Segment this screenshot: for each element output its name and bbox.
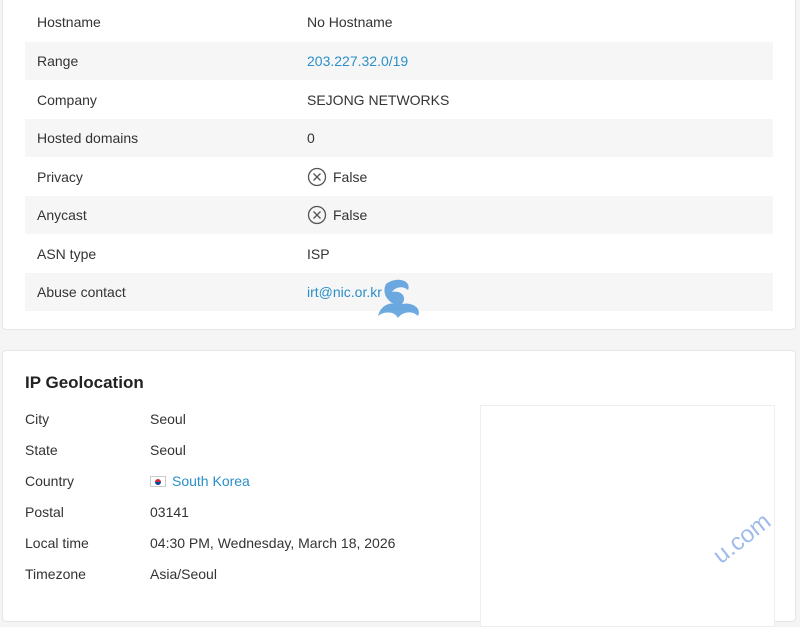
detail-row-asn-type: ASN type ISP bbox=[25, 235, 773, 273]
geo-label: Postal bbox=[25, 504, 64, 520]
geo-label: State bbox=[25, 442, 58, 458]
geo-label: Local time bbox=[25, 535, 89, 551]
detail-label: Privacy bbox=[37, 169, 83, 185]
detail-value: SEJONG NETWORKS bbox=[307, 92, 450, 108]
geo-value: South Korea bbox=[150, 473, 250, 489]
detail-row-company: Company SEJONG NETWORKS bbox=[25, 81, 773, 119]
detail-label: Hostname bbox=[37, 14, 101, 30]
south-korea-flag-icon bbox=[150, 475, 166, 487]
detail-value: False bbox=[307, 205, 367, 225]
detail-label: Range bbox=[37, 53, 79, 69]
map-panel[interactable] bbox=[480, 405, 775, 627]
geo-value: 03141 bbox=[150, 504, 189, 520]
detail-row-anycast: Anycast False bbox=[25, 196, 773, 234]
detail-row-hostname: Hostname No Hostname bbox=[25, 3, 773, 41]
detail-value: 0 bbox=[307, 130, 315, 146]
geo-value: Asia/Seoul bbox=[150, 566, 217, 582]
geolocation-title: IP Geolocation bbox=[25, 373, 144, 392]
abuse-contact-link[interactable]: irt@nic.or.kr bbox=[307, 284, 382, 300]
ip-geolocation-card: IP Geolocation City Seoul State Seoul Co… bbox=[2, 350, 796, 627]
detail-label: Company bbox=[37, 92, 97, 108]
watermark-logo-icon bbox=[378, 279, 419, 318]
detail-value: No Hostname bbox=[307, 14, 393, 30]
detail-label: Hosted domains bbox=[37, 130, 139, 146]
geo-row-country: Country South Korea bbox=[25, 469, 465, 493]
geo-value: Seoul bbox=[150, 411, 186, 427]
geo-value: Seoul bbox=[150, 442, 186, 458]
geo-row-postal: Postal 03141 bbox=[25, 500, 465, 524]
detail-value: ISP bbox=[307, 246, 330, 262]
geo-row-timezone: Timezone Asia/Seoul bbox=[25, 562, 465, 586]
privacy-value: False bbox=[333, 169, 368, 185]
detail-row-privacy: Privacy False bbox=[25, 158, 773, 196]
geo-label: Timezone bbox=[25, 566, 86, 582]
country-link[interactable]: South Korea bbox=[172, 473, 250, 489]
geo-label: City bbox=[25, 411, 50, 427]
detail-label: ASN type bbox=[37, 246, 97, 262]
detail-label: Anycast bbox=[37, 207, 87, 223]
x-circle-icon bbox=[307, 205, 327, 225]
x-circle-icon bbox=[307, 167, 327, 187]
range-link[interactable]: 203.227.32.0/19 bbox=[307, 53, 408, 69]
geo-row-state: State Seoul bbox=[25, 438, 465, 462]
detail-value: False bbox=[307, 167, 367, 187]
geo-row-local-time: Local time 04:30 PM, Wednesday, March 18… bbox=[25, 531, 465, 555]
geo-value: 04:30 PM, Wednesday, March 18, 2026 bbox=[150, 535, 396, 551]
geo-label: Country bbox=[25, 473, 75, 489]
detail-label: Abuse contact bbox=[37, 284, 126, 300]
detail-row-range: Range 203.227.32.0/19 bbox=[25, 42, 773, 80]
geo-row-city: City Seoul bbox=[25, 407, 465, 431]
detail-row-hosted-domains: Hosted domains 0 bbox=[25, 119, 773, 157]
anycast-value: False bbox=[333, 207, 368, 223]
